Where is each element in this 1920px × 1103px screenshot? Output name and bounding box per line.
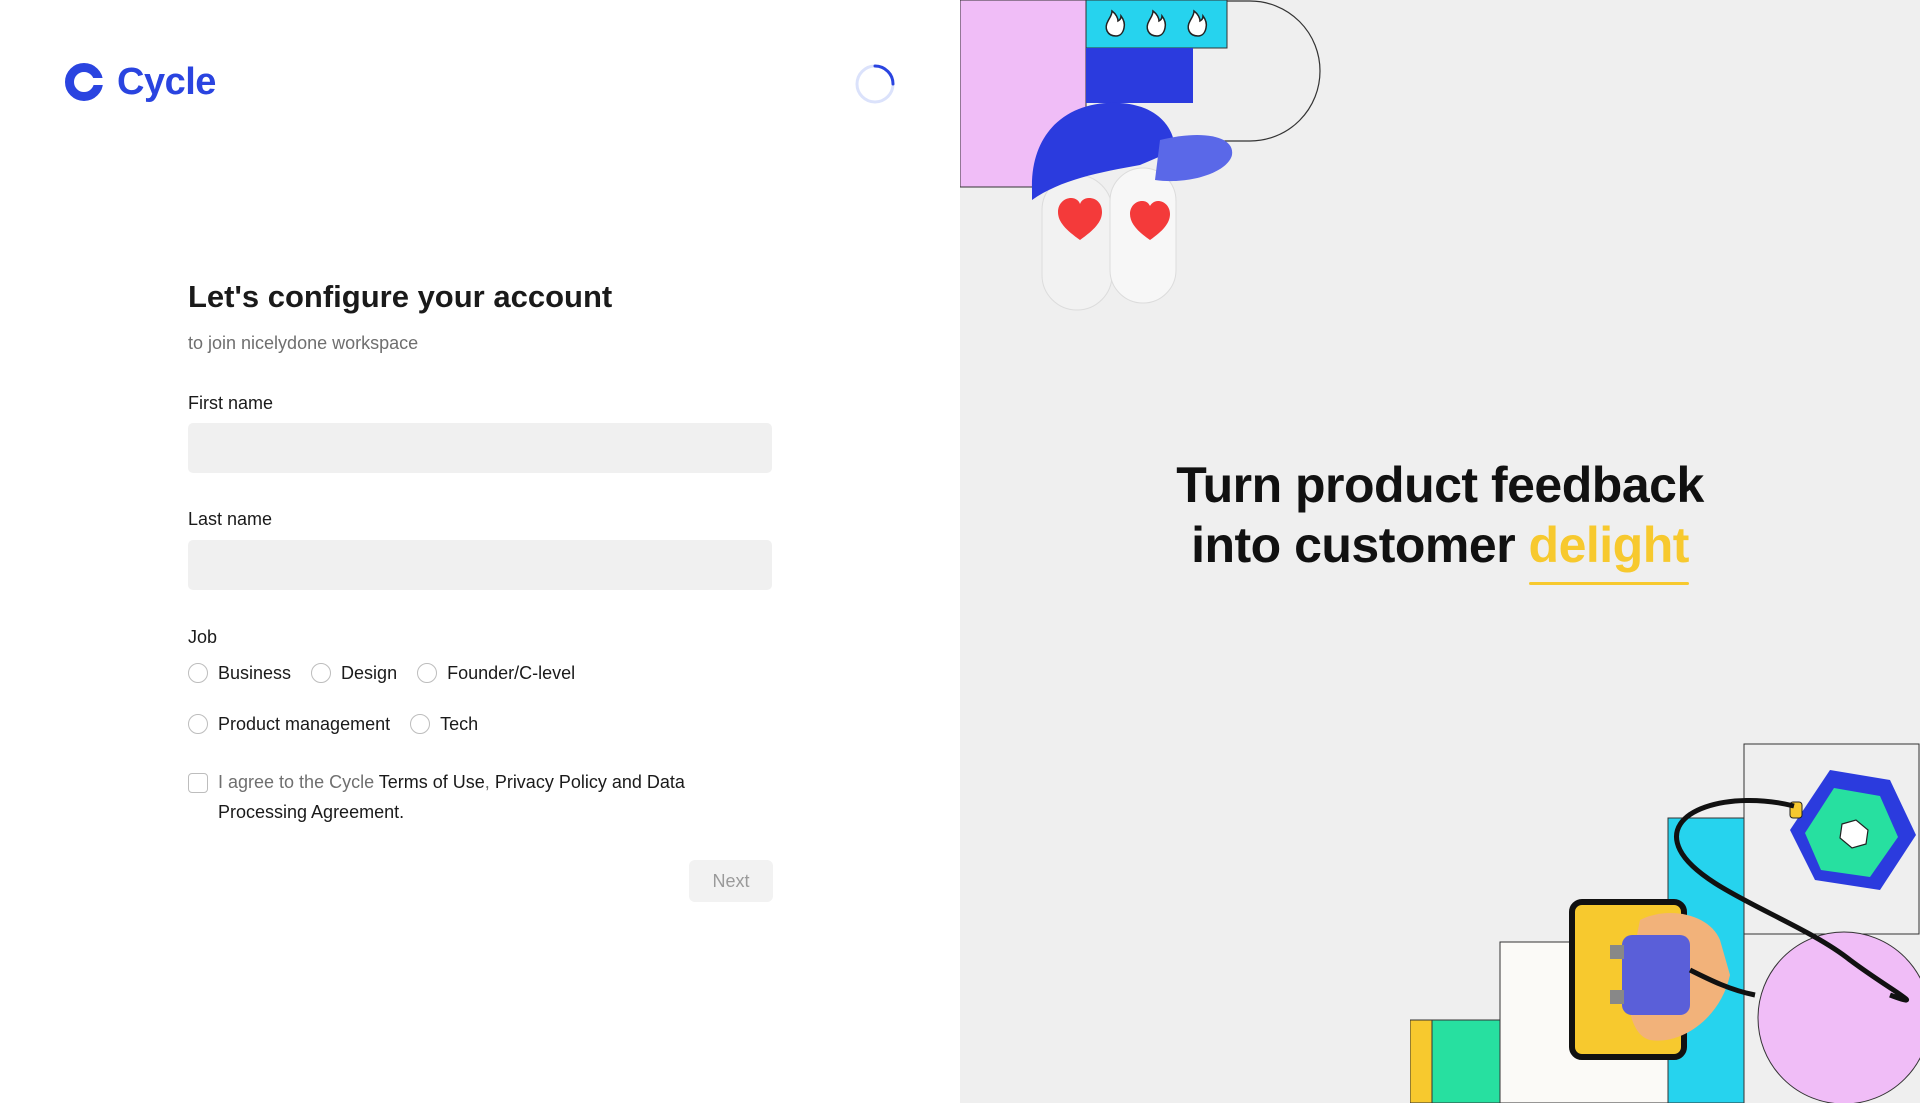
next-button[interactable]: Next [689, 860, 773, 902]
cycle-logo: Cycle [63, 61, 216, 103]
job-radio-founder[interactable]: Founder/C-level [417, 662, 575, 684]
job-label: Job [188, 627, 218, 647]
radio-circle[interactable] [417, 663, 438, 683]
plug-illustration [1410, 743, 1920, 1103]
radio-label: Business [218, 663, 292, 683]
loading-spinner-icon [855, 64, 895, 104]
first-name-label: First name [188, 393, 274, 413]
radio-circle[interactable] [410, 714, 431, 734]
last-name-label: Last name [188, 509, 273, 529]
radio-label: Design [341, 663, 398, 683]
cycle-logo-icon [65, 63, 104, 101]
radio-label: Tech [440, 714, 479, 734]
radio-circle[interactable] [311, 663, 332, 683]
radio-label: Founder/C-level [447, 663, 576, 683]
terms-agreement: I agree to the Cycle Terms of Use, Priva… [188, 771, 748, 827]
terms-text: I agree to the Cycle Terms of Use, Priva… [218, 767, 748, 827]
job-options-row: Business Design Founder/C-level [188, 662, 595, 684]
terms-of-use-link[interactable]: Terms of Use [379, 772, 485, 792]
hero-line-1: Turn product feedback [1176, 457, 1704, 513]
job-radio-tech[interactable]: Tech [410, 713, 478, 735]
terms-prefix: I agree to the Cycle [218, 772, 379, 792]
job-radio-business[interactable]: Business [188, 662, 291, 684]
terms-checkbox[interactable] [188, 773, 208, 793]
radio-circle[interactable] [188, 714, 208, 734]
signup-panel: Cycle Let's configure your account to jo… [0, 0, 960, 1103]
job-options-row: Product management Tech [188, 713, 498, 735]
page-title: Let's configure your account [188, 279, 613, 314]
page-subtitle: to join nicelydone workspace [188, 333, 419, 353]
terms-separator: , [484, 772, 495, 792]
radio-label: Product management [218, 714, 391, 734]
last-name-input[interactable] [188, 540, 772, 590]
job-radio-design[interactable]: Design [311, 662, 397, 684]
account-config-form: Let's configure your account to join nic… [188, 278, 773, 902]
hero-line-2-prefix: into customer [1191, 517, 1529, 573]
hero-line-2: into customer delight [960, 515, 1920, 585]
hero-highlight: delight [1528, 517, 1689, 585]
marketing-panel: Turn product feedback into customer deli… [960, 0, 1920, 1103]
brand-name: Cycle [117, 61, 216, 103]
hero-headline: Turn product feedback into customer deli… [960, 455, 1920, 585]
mascot-illustration [960, 0, 1321, 311]
job-radio-product-management[interactable]: Product management [188, 713, 390, 735]
first-name-input[interactable] [188, 423, 772, 473]
radio-circle[interactable] [188, 663, 208, 683]
